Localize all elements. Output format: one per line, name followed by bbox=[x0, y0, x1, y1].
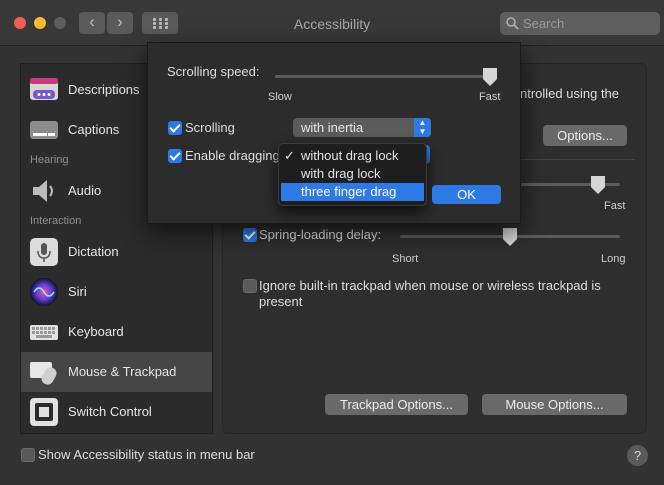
mouse-options-button[interactable]: Mouse Options... bbox=[482, 394, 627, 415]
options-button[interactable]: Options... bbox=[543, 125, 627, 146]
scrolling-speed-max-label: Fast bbox=[479, 91, 501, 103]
help-button[interactable]: ? bbox=[627, 445, 648, 466]
sidebar-item-label: Audio bbox=[68, 183, 102, 198]
double-click-speed-max-label: Fast bbox=[604, 200, 626, 212]
sidebar-item-label: Switch Control bbox=[68, 404, 152, 419]
sidebar-item-label: Descriptions bbox=[68, 82, 140, 97]
sidebar-item-label: Keyboard bbox=[68, 324, 124, 339]
siri-icon bbox=[30, 278, 58, 306]
show-status-checkbox[interactable] bbox=[21, 448, 35, 462]
drag-mode-popup-menu[interactable]: ✓ without drag lock with drag lock three … bbox=[278, 143, 427, 206]
scrolling-mode-value: with inertia bbox=[301, 120, 364, 135]
switch-control-icon bbox=[30, 398, 58, 426]
checkmark-icon: ✓ bbox=[284, 148, 295, 163]
sidebar-item-dictation[interactable]: Dictation bbox=[21, 232, 212, 272]
sidebar-item-siri[interactable]: Siri bbox=[21, 272, 212, 312]
ok-button[interactable]: OK bbox=[432, 185, 501, 204]
microphone-icon bbox=[30, 238, 58, 266]
scrolling-speed-slider[interactable] bbox=[275, 75, 497, 78]
menu-item-three-finger-drag[interactable]: three finger drag bbox=[281, 183, 424, 201]
spring-loading-label: Spring-loading delay: bbox=[259, 227, 382, 242]
double-click-speed-slider[interactable] bbox=[520, 183, 620, 186]
sidebar-item-label: Siri bbox=[68, 284, 87, 299]
menu-item-with-drag-lock[interactable]: with drag lock bbox=[281, 165, 424, 183]
enable-dragging-checkbox[interactable] bbox=[168, 149, 182, 163]
sidebar-item-label: Captions bbox=[68, 122, 120, 137]
keyboard-icon bbox=[30, 325, 58, 340]
ignore-trackpad-label: Ignore built-in trackpad when mouse or w… bbox=[259, 278, 601, 309]
help-icon: ? bbox=[633, 448, 642, 463]
menu-item-without-drag-lock[interactable]: ✓ without drag lock bbox=[281, 147, 424, 165]
search-placeholder: Search bbox=[523, 16, 565, 31]
ignore-trackpad-checkbox[interactable] bbox=[243, 279, 257, 293]
scrolling-mode-select[interactable]: with inertia ▲ ▼ bbox=[293, 118, 431, 137]
sidebar-item-switch-control[interactable]: Switch Control bbox=[21, 392, 212, 432]
section-hearing: Hearing bbox=[30, 154, 69, 166]
captions-icon bbox=[30, 121, 58, 139]
spring-loading-max-label: Long bbox=[601, 253, 626, 265]
scrolling-speed-label: Scrolling speed: bbox=[167, 64, 260, 79]
spring-loading-min-label: Short bbox=[392, 253, 419, 265]
scrolling-label: Scrolling bbox=[185, 120, 235, 135]
scrolling-speed-min-label: Slow bbox=[268, 91, 292, 103]
mouse-trackpad-icon bbox=[30, 362, 57, 385]
descriptions-icon bbox=[30, 78, 58, 100]
search-icon bbox=[506, 17, 519, 30]
trackpad-options-button[interactable]: Trackpad Options... bbox=[325, 394, 468, 415]
sidebar-item-label: Mouse & Trackpad bbox=[68, 364, 177, 379]
enable-dragging-label: Enable dragging bbox=[185, 148, 280, 163]
show-status-label: Show Accessibility status in menu bar bbox=[38, 447, 255, 462]
description-text: ntrolled using the bbox=[520, 86, 620, 101]
speaker-icon bbox=[33, 180, 53, 202]
sidebar-item-mouse-trackpad[interactable]: Mouse & Trackpad bbox=[21, 352, 212, 392]
scrolling-checkbox[interactable] bbox=[168, 121, 182, 135]
chevron-updown-icon: ▲ ▼ bbox=[414, 118, 431, 137]
spring-loading-checkbox[interactable] bbox=[243, 228, 257, 242]
section-interaction: Interaction bbox=[30, 215, 82, 227]
sidebar-item-keyboard[interactable]: Keyboard bbox=[21, 312, 212, 352]
search-field[interactable]: Search bbox=[500, 12, 660, 35]
sidebar-item-label: Dictation bbox=[68, 244, 119, 259]
